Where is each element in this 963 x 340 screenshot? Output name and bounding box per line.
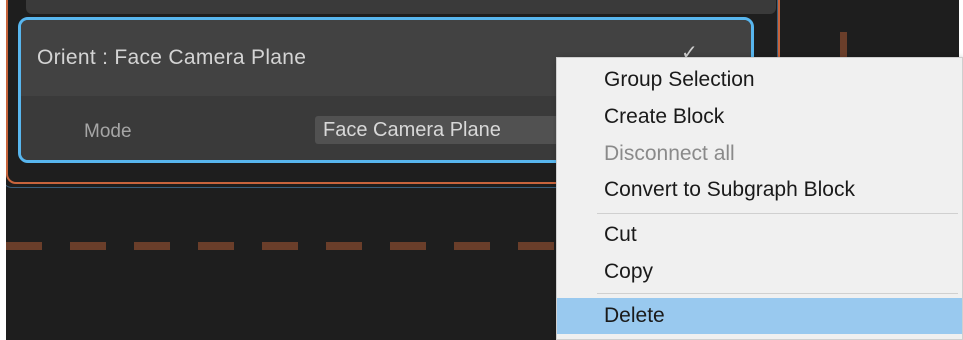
- menu-item-group-selection[interactable]: Group Selection: [557, 62, 962, 98]
- mode-dropdown[interactable]: Face Camera Plane: [315, 116, 575, 144]
- context-menu: Group Selection Create Block Disconnect …: [556, 57, 963, 340]
- block-title: Orient : Face Camera Plane: [37, 46, 307, 69]
- flow-connection-edge[interactable]: [6, 242, 566, 250]
- menu-item-convert-to-subgraph[interactable]: Convert to Subgraph Block: [557, 172, 962, 208]
- menu-item-delete[interactable]: Delete: [557, 298, 962, 334]
- menu-item-copy[interactable]: Copy: [557, 254, 962, 290]
- menu-separator: [597, 213, 958, 214]
- menu-item-disconnect-all: Disconnect all: [604, 142, 735, 165]
- mode-label: Mode: [84, 121, 132, 142]
- menu-item-cut[interactable]: Cut: [557, 217, 962, 253]
- menu-separator: [597, 293, 958, 294]
- menu-item-create-block[interactable]: Create Block: [557, 99, 962, 135]
